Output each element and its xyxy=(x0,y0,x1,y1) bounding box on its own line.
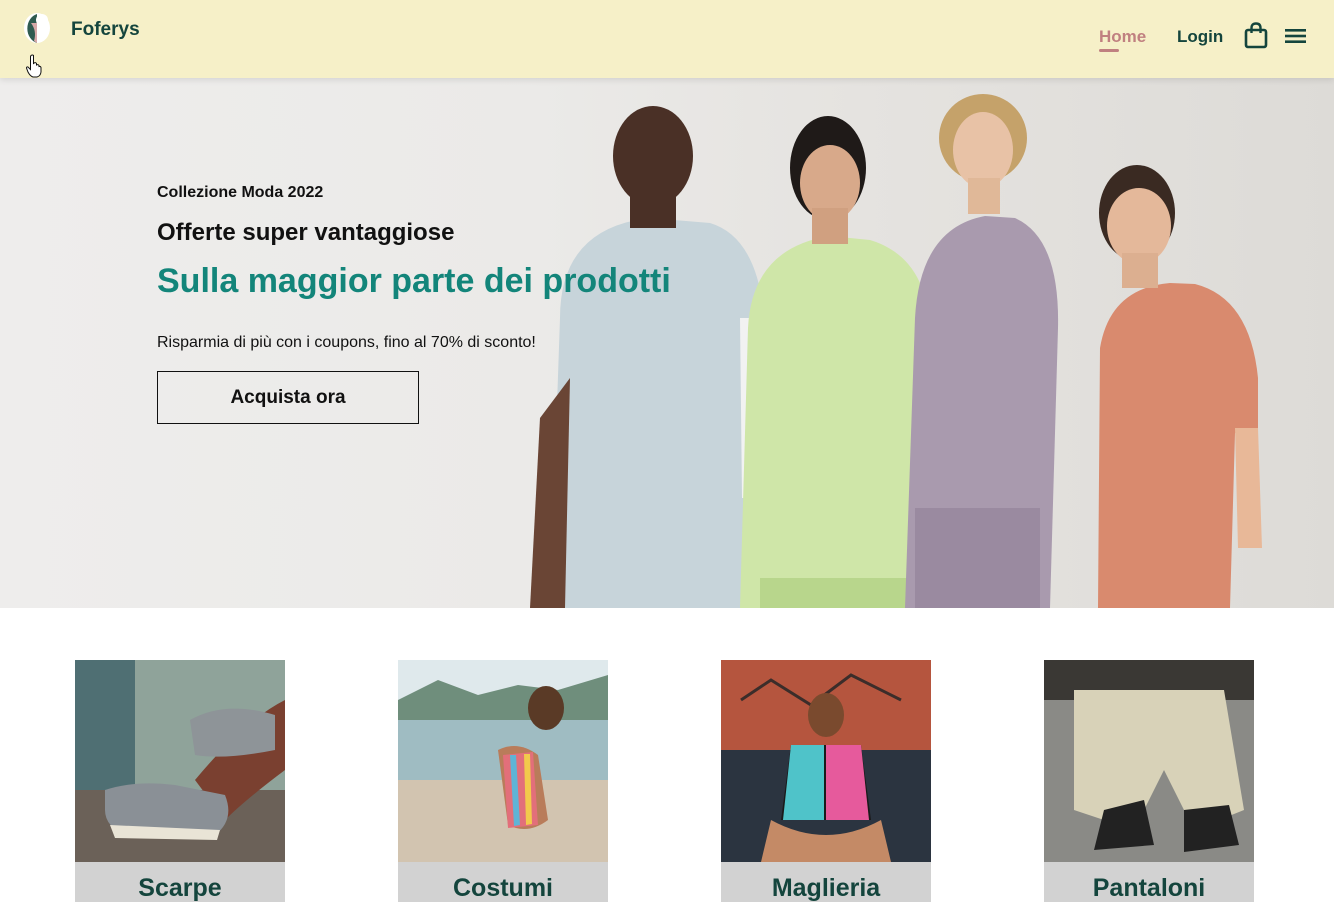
logo-icon[interactable] xyxy=(22,11,52,45)
category-image-knitwear xyxy=(721,660,931,862)
active-nav-indicator xyxy=(1099,49,1119,52)
nav-login-link[interactable]: Login xyxy=(1177,27,1223,47)
hero-subtitle: Sulla maggior parte dei prodotti xyxy=(157,262,671,300)
hero-banner: Collezione Moda 2022 Offerte super vanta… xyxy=(0,78,1334,608)
category-image-swimwear xyxy=(398,660,608,862)
category-image-trousers xyxy=(1044,660,1254,862)
category-card-costumi[interactable]: Costumi xyxy=(398,660,608,902)
shop-now-button[interactable]: Acquista ora xyxy=(157,371,419,424)
hero-kicker: Collezione Moda 2022 xyxy=(157,184,324,201)
hero-title: Offerte super vantaggiose xyxy=(157,219,455,246)
category-card-scarpe[interactable]: Scarpe xyxy=(75,660,285,902)
site-header: Foferys Home Login xyxy=(0,0,1334,78)
category-card-maglieria[interactable]: Maglieria xyxy=(721,660,931,902)
brand-name[interactable]: Foferys xyxy=(71,19,140,41)
category-label: Pantaloni xyxy=(1044,862,1254,902)
category-label: Costumi xyxy=(398,862,608,902)
category-label: Scarpe xyxy=(75,862,285,902)
category-label: Maglieria xyxy=(721,862,931,902)
hero-description: Risparmia di più con i coupons, fino al … xyxy=(157,334,536,351)
hand-cursor-icon xyxy=(25,54,42,78)
menu-icon[interactable] xyxy=(1285,28,1306,44)
category-image-shoes xyxy=(75,660,285,862)
nav-home-link[interactable]: Home xyxy=(1099,27,1146,47)
shopping-bag-icon[interactable] xyxy=(1244,22,1268,49)
category-card-pantaloni[interactable]: Pantaloni xyxy=(1044,660,1254,902)
